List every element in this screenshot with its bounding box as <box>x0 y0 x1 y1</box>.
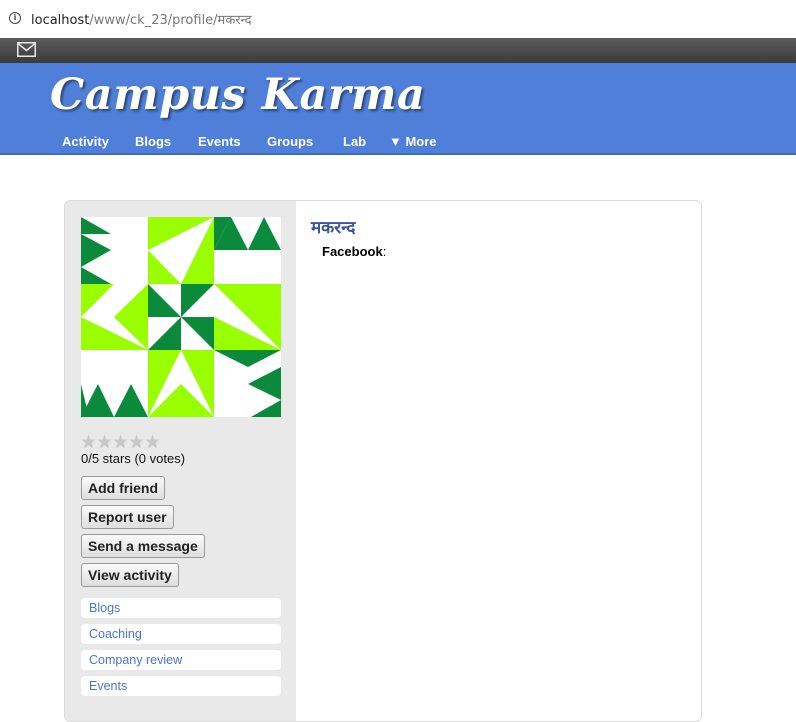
site-header: Campus Karma Activity Blogs Events Group… <box>0 63 796 155</box>
nav-lab[interactable]: Lab <box>343 134 366 149</box>
add-friend-button[interactable]: Add friend <box>81 476 165 500</box>
top-toolbar <box>0 38 796 64</box>
facebook-label: Facebook <box>322 244 383 259</box>
facebook-field: Facebook: <box>322 244 386 259</box>
profile-panel: 0/5 stars (0 votes) Add friend Report us… <box>64 200 702 722</box>
profile-name: मकरन्द <box>311 218 356 238</box>
sidebar-link-events[interactable]: Events <box>81 676 281 696</box>
url-host: localhost <box>31 13 90 28</box>
url-path: /www/ck_23/profile/मकरन्द <box>89 13 252 28</box>
facebook-separator: : <box>382 244 387 259</box>
sidebar-link-company-review[interactable]: Company review <box>81 650 281 670</box>
sidebar-link-blogs[interactable]: Blogs <box>81 598 281 618</box>
send-message-button[interactable]: Send a message <box>81 534 205 558</box>
site-title[interactable]: Campus Karma <box>50 70 425 120</box>
avatar-identicon <box>81 217 281 417</box>
browser-address-bar[interactable]: i localhost/www/ck_23/profile/मकरन्द <box>0 0 796 38</box>
star-icon[interactable] <box>129 434 144 449</box>
profile-sidebar: 0/5 stars (0 votes) Add friend Report us… <box>65 201 296 721</box>
nav-blogs[interactable]: Blogs <box>135 134 171 149</box>
star-icon[interactable] <box>81 434 96 449</box>
report-user-button[interactable]: Report user <box>81 505 174 529</box>
rating-text: 0/5 stars (0 votes) <box>81 451 186 466</box>
info-icon[interactable]: i <box>9 12 21 24</box>
sidebar-link-coaching[interactable]: Coaching <box>81 624 281 644</box>
star-icon[interactable] <box>145 434 160 449</box>
profile-main: मकरन्द Facebook: <box>296 201 701 721</box>
nav-groups[interactable]: Groups <box>267 134 313 149</box>
mail-icon[interactable] <box>17 42 36 57</box>
star-icon[interactable] <box>97 434 112 449</box>
nav-events[interactable]: Events <box>198 134 241 149</box>
nav-more[interactable]: ▼ More <box>389 134 437 149</box>
view-activity-button[interactable]: View activity <box>81 563 179 587</box>
url-text[interactable]: localhost/www/ck_23/profile/मकरन्द <box>31 10 252 28</box>
nav-activity[interactable]: Activity <box>62 134 109 149</box>
star-icon[interactable] <box>113 434 128 449</box>
